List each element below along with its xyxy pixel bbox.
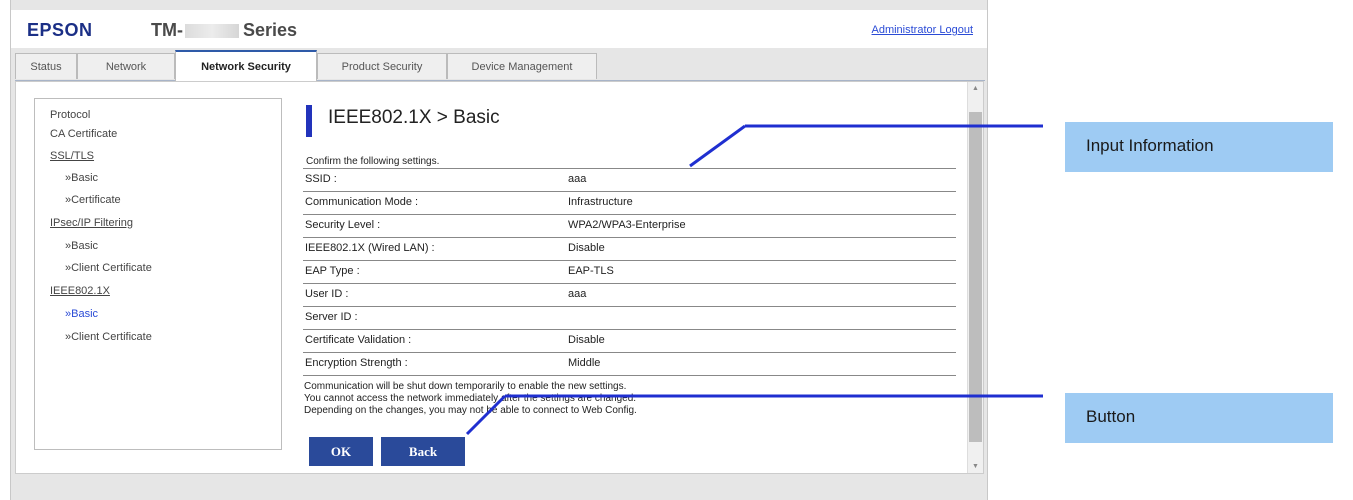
callout-label: Button: [1086, 407, 1136, 426]
callout-label: Input Information: [1086, 136, 1214, 155]
input-info-pointer-diagonal: [689, 124, 746, 168]
callout-input-information: Input Information: [1065, 122, 1333, 172]
callout-button: Button: [1065, 393, 1333, 443]
button-pointer-diagonal: [465, 394, 507, 436]
